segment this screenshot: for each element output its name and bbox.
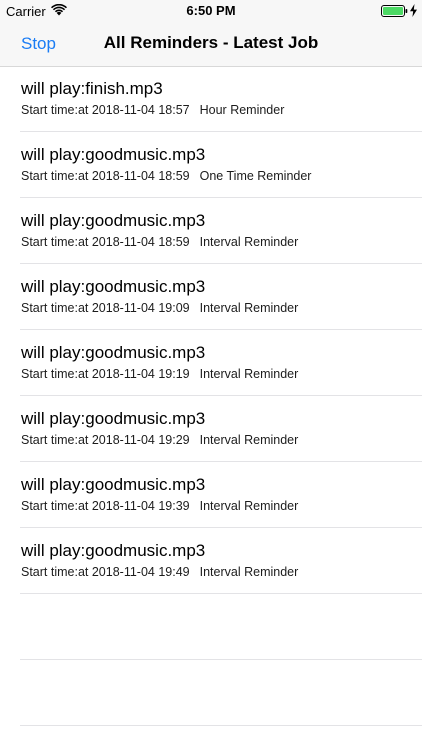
list-item[interactable]: will play:goodmusic.mp3 Start time:at 20… [0,198,422,264]
reminder-subtitle: Start time:at 2018-11-04 19:39 Interval R… [21,499,298,513]
reminder-start-time: Start time:at 2018-11-04 19:09 [21,301,190,315]
reminder-start-time: Start time:at 2018-11-04 19:49 [21,565,190,579]
reminder-title: will play:goodmusic.mp3 [21,541,206,560]
reminder-list: will play:finish.mp3 Start time:at 2018-… [0,66,422,726]
reminder-title: will play:goodmusic.mp3 [21,277,206,296]
reminder-title: will play:goodmusic.mp3 [21,409,206,428]
reminder-title: will play:goodmusic.mp3 [21,475,206,494]
reminder-type: Interval Reminder [199,499,299,513]
reminder-title: will play:goodmusic.mp3 [21,211,206,230]
charging-bolt-icon [410,4,417,17]
navigation-bar: Stop All Reminders - Latest Job [0,22,422,67]
reminder-subtitle: Start time:at 2018-11-04 19:19 Interval R… [21,367,298,381]
reminder-subtitle: Start time:at 2018-11-04 18:59 One Time R… [21,169,311,183]
reminder-type: Interval Reminder [199,565,299,579]
reminder-start-time: Start time:at 2018-11-04 19:29 [21,433,190,447]
reminder-type: Interval Reminder [199,367,299,381]
reminder-subtitle: Start time:at 2018-11-04 18:59 Interval R… [21,235,298,249]
empty-row [0,660,422,726]
list-item[interactable]: will play:goodmusic.mp3 Start time:at 20… [0,330,422,396]
reminder-start-time: Start time:at 2018-11-04 19:39 [21,499,190,513]
list-item[interactable]: will play:goodmusic.mp3 Start time:at 20… [0,264,422,330]
reminder-start-time: Start time:at 2018-11-04 18:59 [21,235,190,249]
reminder-type: Interval Reminder [199,235,299,249]
reminder-type: Interval Reminder [199,433,299,447]
reminder-subtitle: Start time:at 2018-11-04 19:29 Interval R… [21,433,298,447]
reminder-type: Interval Reminder [199,301,299,315]
clock-time: 6:50 PM [186,3,236,18]
reminder-subtitle: Start time:at 2018-11-04 19:09 Interval R… [21,301,298,315]
reminder-subtitle: Start time:at 2018-11-04 19:49 Interval R… [21,565,298,579]
reminder-start-time: Start time:at 2018-11-04 18:59 [21,169,190,183]
reminder-type: One Time Reminder [199,169,312,183]
reminder-title: will play:finish.mp3 [21,79,163,98]
status-bar: Carrier 6:50 PM [0,0,422,22]
reminder-start-time: Start time:at 2018-11-04 19:19 [21,367,190,381]
reminder-title: will play:goodmusic.mp3 [21,145,206,164]
list-item[interactable]: will play:goodmusic.mp3 Start time:at 20… [0,132,422,198]
reminder-title: will play:goodmusic.mp3 [21,343,206,362]
list-item[interactable]: will play:finish.mp3 Start time:at 2018-… [0,66,422,132]
empty-row [0,594,422,660]
reminder-start-time: Start time:at 2018-11-04 18:57 [21,103,190,117]
list-item[interactable]: will play:goodmusic.mp3 Start time:at 20… [0,462,422,528]
reminder-type: Hour Reminder [199,103,285,117]
list-item[interactable]: will play:goodmusic.mp3 Start time:at 20… [0,396,422,462]
battery-icon [381,5,408,17]
page-title: All Reminders - Latest Job [103,33,319,52]
list-item[interactable]: will play:goodmusic.mp3 Start time:at 20… [0,528,422,594]
reminder-subtitle: Start time:at 2018-11-04 18:57 Hour Remin… [21,103,284,117]
